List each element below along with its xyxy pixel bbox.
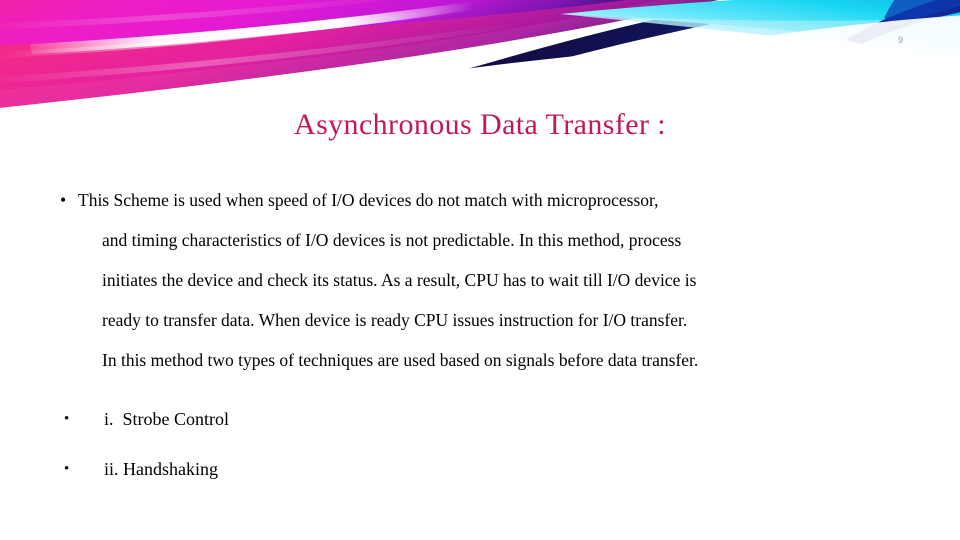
banner-white-streak-soft [0, 4, 472, 58]
page-title: Asynchronous Data Transfer : [294, 108, 666, 142]
banner-dark-band [330, 0, 833, 110]
bullet-icon: • [60, 190, 67, 210]
banner-magenta-sweep [0, 0, 659, 91]
banner-streak-2 [0, 0, 390, 30]
list-item: • ii. Handshaking [56, 444, 908, 494]
list-item-label: ii. Handshaking [104, 459, 218, 479]
paragraph-line: ready to transfer data. When device is r… [102, 310, 688, 330]
slide-content: • This Scheme is used when speed of I/O … [56, 180, 908, 494]
banner-blue-sliver [884, 0, 960, 26]
banner-streak-1 [0, 22, 521, 83]
sub-bullet-list: • i. Strobe Control • ii. Handshaking [56, 394, 908, 494]
banner-white-base [0, 40, 960, 110]
list-item: • i. Strobe Control [56, 394, 908, 444]
bullet-icon: • [64, 411, 70, 427]
banner-graphic [0, 0, 960, 110]
paragraph-line: and timing characteristics of I/O device… [102, 230, 682, 250]
banner-pink-wedge [0, 0, 719, 108]
list-item-label: i. Strobe Control [104, 409, 229, 429]
paragraph-line: In this method two types of techniques a… [102, 350, 699, 370]
slide: 9 Asynchronous Data Transfer : • This Sc… [0, 0, 960, 540]
banner-white-haze [430, 15, 960, 110]
paragraph-bullet-item: • This Scheme is used when speed of I/O … [56, 180, 908, 380]
banner-white-streak [30, 2, 474, 54]
banner-navy-streak [846, 0, 960, 44]
bullet-icon: • [64, 461, 70, 477]
page-number: 9 [897, 35, 903, 45]
paragraph-line: initiates the device and check its statu… [102, 270, 697, 290]
decorative-swoosh-banner [0, 0, 960, 110]
paragraph-line: This Scheme is used when speed of I/O de… [78, 190, 659, 210]
banner-cyan-swoosh [560, 0, 960, 51]
